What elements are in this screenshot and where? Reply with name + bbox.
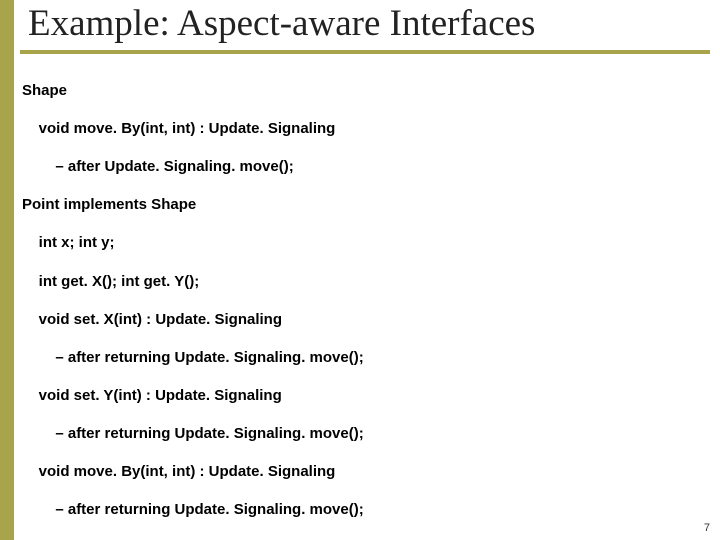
code-line: void move. By(int, int) : Update. Signal… xyxy=(22,462,712,481)
code-line: – after returning Update. Signaling. mov… xyxy=(22,348,712,367)
code-line: – after Update. Signaling. move(); xyxy=(22,157,712,176)
code-line: void set. Y(int) : Update. Signaling xyxy=(22,386,712,405)
code-line: Point implements Shape xyxy=(22,195,712,214)
code-line: – after returning Update. Signaling. mov… xyxy=(22,500,712,519)
code-listing: Shape void move. By(int, int) : Update. … xyxy=(22,62,712,540)
code-line: int x; int y; xyxy=(22,233,712,252)
code-line: int get. X(); int get. Y(); xyxy=(22,272,712,291)
title-underline xyxy=(20,50,710,54)
slide-accent-sidebar xyxy=(0,0,14,540)
code-line: – after returning Update. Signaling. mov… xyxy=(22,424,712,443)
page-number: 7 xyxy=(704,522,710,534)
code-line: void move. By(int, int) : Update. Signal… xyxy=(22,119,712,138)
code-line: Shape xyxy=(22,81,712,100)
code-line: void set. X(int) : Update. Signaling xyxy=(22,310,712,329)
slide-title: Example: Aspect-aware Interfaces xyxy=(28,2,535,45)
